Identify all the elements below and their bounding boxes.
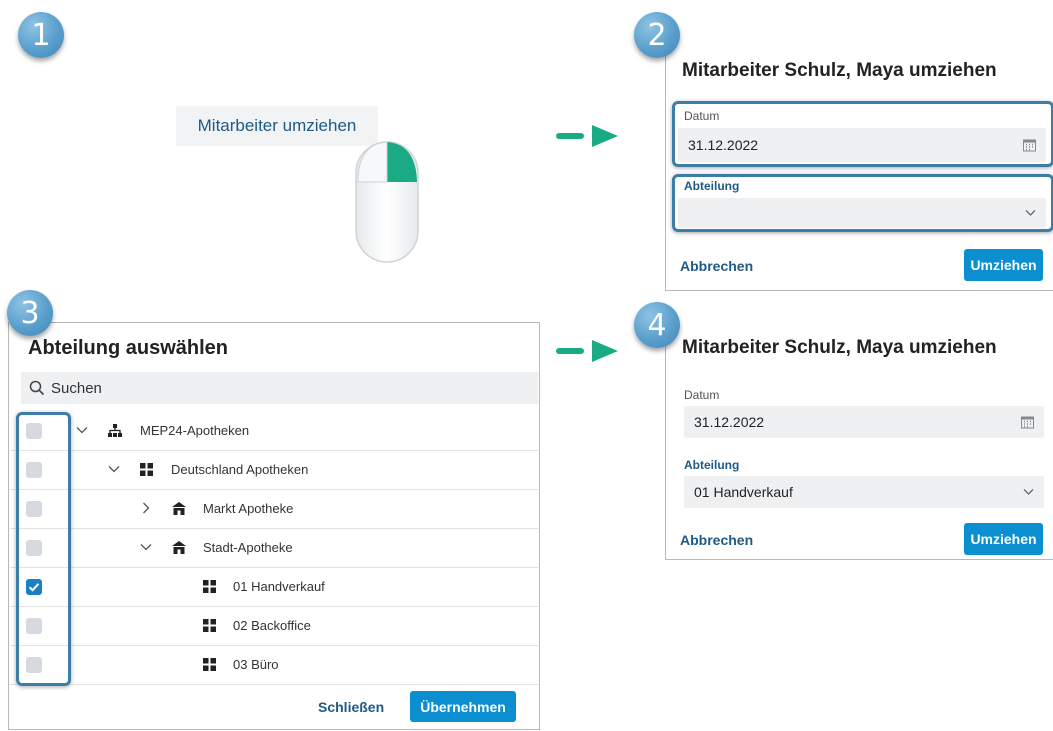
tree-row[interactable]: 03 Büro (10, 646, 538, 685)
step-badge-1: 1 (18, 12, 64, 58)
mouse-icon (355, 141, 419, 263)
arrow-right-icon (556, 340, 618, 362)
date-label: Datum (684, 388, 720, 402)
date-field[interactable]: 31.12.2022 (684, 406, 1044, 438)
search-icon (29, 380, 45, 396)
chevron-right-icon[interactable] (140, 502, 152, 514)
move-employee-menu-item[interactable]: Mitarbeiter umziehen (176, 106, 378, 146)
dialog-title: Mitarbeiter Schulz, Maya umziehen (682, 337, 997, 358)
department-value: 01 Handverkauf (694, 484, 793, 500)
chevron-down-icon (1023, 489, 1034, 495)
grid-icon (203, 580, 216, 593)
move-dialog-empty: Mitarbeiter Schulz, Maya umziehen Datum … (665, 36, 1053, 291)
step-badge-3: 3 (7, 290, 53, 336)
grid-icon (203, 658, 216, 671)
date-field-highlight (672, 101, 1053, 167)
department-field-highlight (672, 174, 1053, 232)
arrow-right-icon (556, 125, 618, 147)
move-button[interactable]: Umziehen (964, 249, 1043, 281)
store-icon (172, 541, 186, 554)
tree-item-label: Stadt-Apotheke (203, 540, 293, 555)
tree-row[interactable]: 02 Backoffice (10, 607, 538, 646)
tree-item-label: 01 Handverkauf (233, 579, 325, 594)
tree-item-label: 02 Backoffice (233, 618, 311, 633)
tree-row[interactable]: Stadt-Apotheke (10, 529, 538, 568)
tree-row[interactable]: MEP24-Apotheken (10, 412, 538, 451)
grid-icon (140, 463, 153, 476)
tree-item-label: MEP24-Apotheken (140, 423, 250, 438)
apply-button[interactable]: Übernehmen (410, 691, 516, 722)
chevron-down-icon[interactable] (108, 463, 120, 475)
tree-item-label: Deutschland Apotheken (171, 462, 309, 477)
grid-icon (203, 619, 216, 632)
step-badge-4: 4 (634, 302, 680, 348)
tree-item-label: 03 Büro (233, 657, 279, 672)
move-button[interactable]: Umziehen (964, 523, 1043, 555)
tree-row[interactable]: Markt Apotheke (10, 490, 538, 529)
picker-title: Abteilung auswählen (28, 337, 229, 359)
org-tree-icon (108, 424, 122, 437)
search-placeholder: Suchen (51, 379, 102, 397)
tree-row[interactable]: 01 Handverkauf (10, 568, 538, 607)
store-icon (172, 502, 186, 515)
department-label: Abteilung (684, 458, 740, 472)
search-input[interactable]: Suchen (21, 372, 538, 404)
date-value: 31.12.2022 (694, 414, 765, 430)
step-badge-2: 2 (634, 12, 680, 58)
checkbox-column-highlight (16, 412, 71, 686)
chevron-down-icon[interactable] (140, 541, 152, 553)
cancel-button[interactable]: Abbrechen (680, 532, 753, 548)
move-dialog-filled: Mitarbeiter Schulz, Maya umziehen Datum … (665, 322, 1053, 560)
cancel-button[interactable]: Abbrechen (680, 258, 753, 274)
tree-item-label: Markt Apotheke (203, 501, 294, 516)
chevron-down-icon[interactable] (76, 424, 88, 436)
dialog-title: Mitarbeiter Schulz, Maya umziehen (682, 60, 997, 81)
calendar-icon[interactable] (1021, 416, 1034, 429)
close-button[interactable]: Schließen (318, 699, 384, 715)
tree-row[interactable]: Deutschland Apotheken (10, 451, 538, 490)
department-select[interactable]: 01 Handverkauf (684, 476, 1044, 508)
